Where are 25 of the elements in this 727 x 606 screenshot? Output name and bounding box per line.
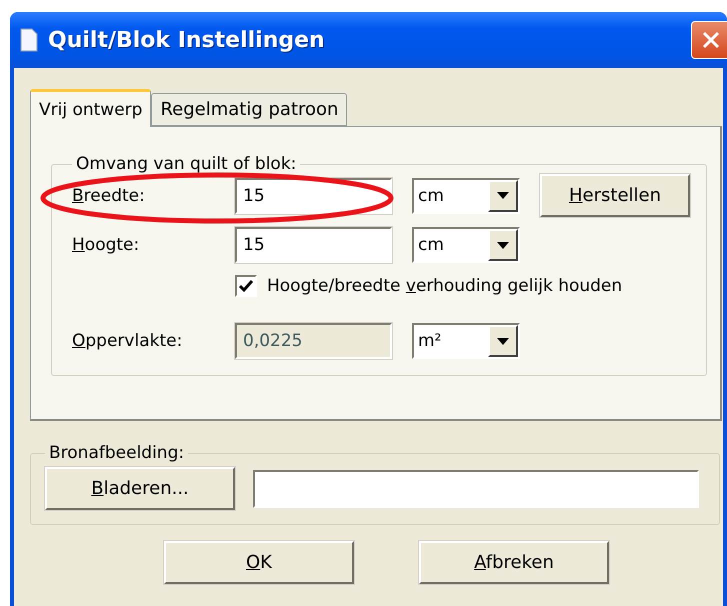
dialog-button[interactable]: Afbreken	[419, 541, 609, 584]
close-button[interactable]	[691, 21, 727, 59]
document-icon	[20, 28, 38, 52]
group-title: Omvang van quilt of blok:	[75, 154, 298, 174]
unit-dropdown[interactable]: cm	[412, 227, 520, 263]
browse-button[interactable]: Bladeren...	[45, 467, 235, 510]
unit-dropdown[interactable]: cm	[412, 178, 520, 214]
checkbox-label: Hoogte/breedte verhouding gelijk houden	[267, 276, 622, 296]
dropdown-arrow-icon	[497, 242, 509, 248]
close-icon	[701, 30, 721, 50]
field-label: Breedte:	[72, 186, 145, 206]
window-title: Quilt/Blok Instellingen	[48, 28, 326, 52]
group-title: Bronafbeelding:	[48, 443, 186, 463]
value-field[interactable]: 15	[235, 227, 392, 263]
path-field[interactable]	[253, 470, 699, 508]
field-label: Oppervlakte:	[72, 331, 182, 351]
reset-button[interactable]: Herstellen	[540, 174, 690, 217]
checkbox[interactable]	[235, 275, 257, 297]
tab[interactable]: Vrij ontwerp	[30, 89, 152, 127]
dialog-button[interactable]: OK	[164, 541, 354, 584]
checkmark-icon	[239, 280, 253, 292]
dropdown-arrow-icon	[497, 338, 509, 344]
field-label: Hoogte:	[72, 235, 140, 255]
dropdown-arrow-icon	[497, 192, 509, 199]
tab[interactable]: Regelmatig patroon	[151, 93, 348, 126]
